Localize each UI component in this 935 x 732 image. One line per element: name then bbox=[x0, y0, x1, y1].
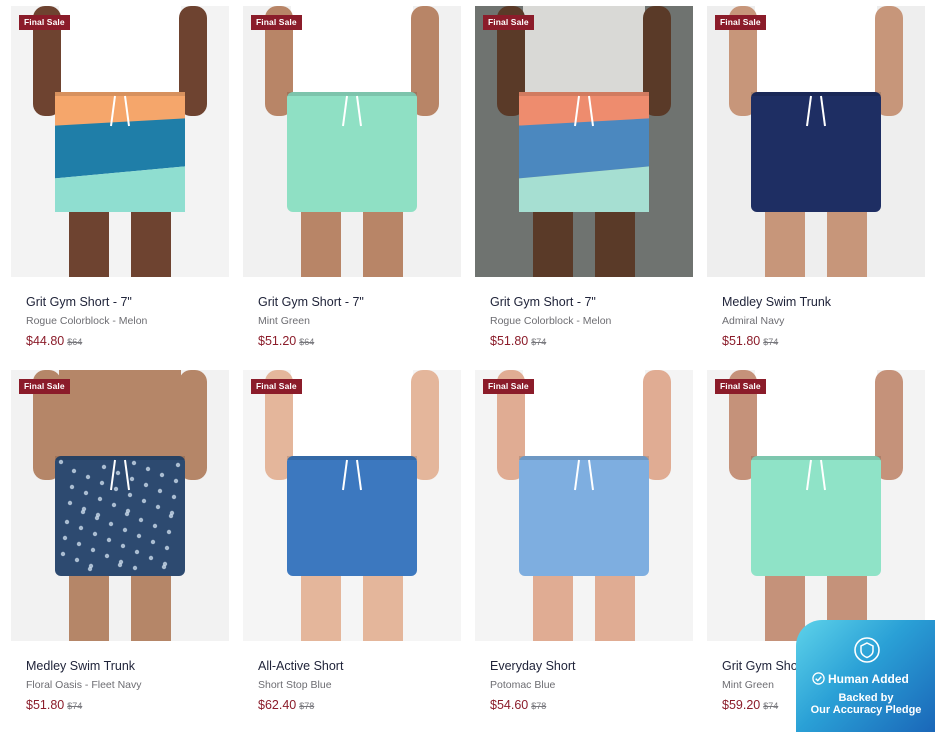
product-price: $54.60 $78 bbox=[490, 697, 690, 713]
product-variant: Rogue Colorblock - Melon bbox=[490, 315, 612, 327]
product-card[interactable]: Final Sale Medley Swim Trunk Floral Oasi… bbox=[11, 370, 229, 730]
pledge-title-text: Human Added bbox=[828, 672, 909, 686]
product-image[interactable] bbox=[243, 370, 461, 641]
product-card[interactable]: Final Sale Everyday Short Potomac Blue $… bbox=[475, 370, 693, 730]
final-sale-badge: Final Sale bbox=[251, 15, 302, 30]
product-variant: Admiral Navy bbox=[722, 315, 785, 327]
product-image[interactable] bbox=[243, 6, 461, 277]
pledge-title: Human Added bbox=[812, 671, 909, 687]
product-title[interactable]: Grit Gym Short - 7" bbox=[258, 294, 458, 311]
sale-price: $51.80 bbox=[722, 334, 761, 348]
product-info: Medley Swim Trunk Admiral Navy $51.80 $74 bbox=[722, 294, 922, 349]
product-info: Grit Gym Short - 7" Rogue Colorblock - M… bbox=[490, 294, 690, 349]
product-variant: Floral Oasis - Fleet Navy bbox=[26, 679, 142, 691]
shield-badge-icon bbox=[854, 637, 880, 663]
product-image[interactable] bbox=[11, 370, 229, 641]
product-card[interactable]: Final Sale Grit Gym Short - 7" Rogue Col… bbox=[475, 6, 693, 366]
pledge-subtitle-2: Our Accuracy Pledge bbox=[810, 704, 922, 716]
original-price: $74 bbox=[763, 701, 779, 711]
final-sale-badge: Final Sale bbox=[715, 15, 766, 30]
product-image[interactable] bbox=[707, 370, 925, 641]
final-sale-badge: Final Sale bbox=[19, 379, 70, 394]
product-price: $44.80 $64 bbox=[26, 333, 226, 349]
product-info: Everyday Short Potomac Blue $54.60 $78 bbox=[490, 658, 690, 713]
product-card[interactable]: Final Sale All-Active Short Short Stop B… bbox=[243, 370, 461, 730]
product-card[interactable]: Final Sale Grit Gym Short - 7" Mint Gree… bbox=[243, 6, 461, 366]
sale-price: $44.80 bbox=[26, 334, 65, 348]
product-image[interactable] bbox=[475, 370, 693, 641]
product-info: Grit Gym Short - 7" Mint Green $51.20 $64 bbox=[258, 294, 458, 349]
original-price: $78 bbox=[299, 701, 315, 711]
product-price: $51.20 $64 bbox=[258, 333, 458, 349]
final-sale-badge: Final Sale bbox=[251, 379, 302, 394]
product-info: Medley Swim Trunk Floral Oasis - Fleet N… bbox=[26, 658, 226, 713]
product-price: $51.80 $74 bbox=[490, 333, 690, 349]
product-title[interactable]: Everyday Short bbox=[490, 658, 690, 675]
product-image[interactable] bbox=[475, 6, 693, 277]
accuracy-pledge-badge[interactable]: Human Added Backed by Our Accuracy Pledg… bbox=[796, 620, 935, 732]
sale-price: $51.20 bbox=[258, 334, 297, 348]
sale-price: $54.60 bbox=[490, 698, 529, 712]
sale-price: $62.40 bbox=[258, 698, 297, 712]
product-grid: Final Sale Grit Gym Short - 7" Rogue Col… bbox=[11, 6, 925, 732]
product-variant: Rogue Colorblock - Melon bbox=[26, 315, 148, 327]
final-sale-badge: Final Sale bbox=[19, 15, 70, 30]
original-price: $64 bbox=[299, 337, 315, 347]
product-image[interactable] bbox=[11, 6, 229, 277]
product-card[interactable]: Final Sale Grit Gym Short - 7" Rogue Col… bbox=[11, 6, 229, 366]
product-title[interactable]: Grit Gym Short - 7" bbox=[26, 294, 226, 311]
final-sale-badge: Final Sale bbox=[715, 379, 766, 394]
product-title[interactable]: Medley Swim Trunk bbox=[722, 294, 922, 311]
sale-price: $51.80 bbox=[26, 698, 65, 712]
original-price: $74 bbox=[763, 337, 779, 347]
product-variant: Mint Green bbox=[258, 315, 310, 327]
original-price: $78 bbox=[531, 701, 547, 711]
product-info: Grit Gym Short - 7" Rogue Colorblock - M… bbox=[26, 294, 226, 349]
original-price: $64 bbox=[67, 337, 83, 347]
original-price: $74 bbox=[531, 337, 547, 347]
product-price: $51.80 $74 bbox=[26, 697, 226, 713]
product-variant: Potomac Blue bbox=[490, 679, 556, 691]
product-image[interactable] bbox=[707, 6, 925, 277]
original-price: $74 bbox=[67, 701, 83, 711]
product-title[interactable]: Medley Swim Trunk bbox=[26, 658, 226, 675]
sale-price: $51.80 bbox=[490, 334, 529, 348]
product-title[interactable]: Grit Gym Short - 7" bbox=[490, 294, 690, 311]
product-variant: Short Stop Blue bbox=[258, 679, 332, 691]
product-price: $51.80 $74 bbox=[722, 333, 922, 349]
sale-price: $59.20 bbox=[722, 698, 761, 712]
product-info: All-Active Short Short Stop Blue $62.40 $… bbox=[258, 658, 458, 713]
product-title[interactable]: All-Active Short bbox=[258, 658, 458, 675]
product-price: $62.40 $78 bbox=[258, 697, 458, 713]
check-circle-icon bbox=[812, 672, 825, 685]
final-sale-badge: Final Sale bbox=[483, 15, 534, 30]
product-card[interactable]: Final Sale Medley Swim Trunk Admiral Nav… bbox=[707, 6, 925, 366]
final-sale-badge: Final Sale bbox=[483, 379, 534, 394]
